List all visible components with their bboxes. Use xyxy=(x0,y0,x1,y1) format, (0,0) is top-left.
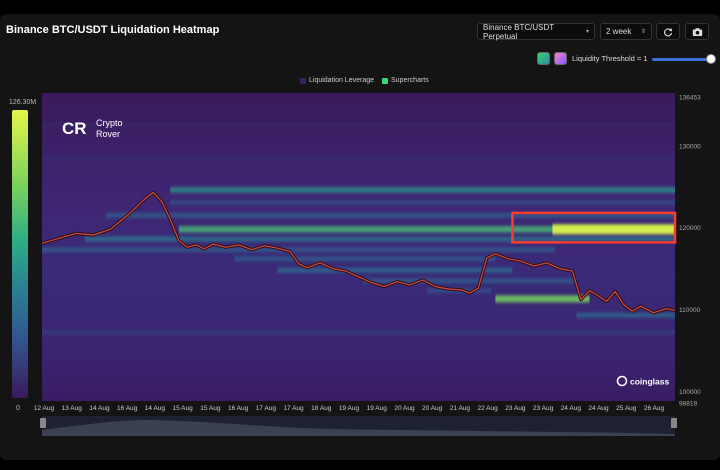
y-tick-label: 136453 xyxy=(679,95,701,102)
brand-line1: Crypto xyxy=(96,118,123,128)
y-tick-label: 110000 xyxy=(679,307,701,314)
x-tick-label: 26 Aug xyxy=(644,405,665,412)
navigator-left-handle[interactable] xyxy=(40,418,46,428)
x-tick-label: 15 Aug xyxy=(200,405,221,412)
coinglass-label: coinglass xyxy=(630,377,669,387)
y-tick-label: 98819 xyxy=(679,401,697,408)
x-tick-label: 25 Aug xyxy=(616,405,637,412)
liquidation-band-5 xyxy=(42,247,556,253)
x-tick-label: 19 Aug xyxy=(367,405,388,412)
brand-line2: Rover xyxy=(96,129,120,139)
x-tick-label: 24 Aug xyxy=(588,405,609,412)
y-axis: 136453 130000 120000 110000 100000 98819 xyxy=(679,95,701,408)
y-tick-label: 120000 xyxy=(679,225,701,232)
liquidation-band-4 xyxy=(84,236,675,242)
x-tick-label: 17 Aug xyxy=(256,405,277,412)
x-tick-label: 12 Aug xyxy=(34,405,55,412)
x-tick-label: 13 Aug xyxy=(62,405,83,412)
liquidation-band-7 xyxy=(277,267,513,273)
x-tick-label: 21 Aug xyxy=(450,405,471,412)
logo-mark: CR xyxy=(62,119,87,138)
colorbar xyxy=(12,110,28,398)
x-tick-label: 14 Aug xyxy=(89,405,110,412)
colorbar-max-label: 126.30M xyxy=(9,99,36,106)
liquidation-band-1 xyxy=(170,200,675,205)
liquidation-band-0 xyxy=(170,187,675,193)
heatmap-background xyxy=(42,93,675,401)
x-tick-label: 24 Aug xyxy=(561,405,582,412)
x-tick-label: 23 Aug xyxy=(505,405,526,412)
liquidation-band-14 xyxy=(42,123,675,128)
x-tick-label: 22 Aug xyxy=(478,405,499,412)
y-tick-label: 130000 xyxy=(679,143,701,150)
x-tick-label: 18 Aug xyxy=(311,405,332,412)
hot-liquidity-zone xyxy=(552,224,675,235)
x-tick-label: 16 Aug xyxy=(228,405,249,412)
navigator-right-handle[interactable] xyxy=(671,418,677,428)
x-tick-label: 20 Aug xyxy=(422,405,443,412)
x-tick-label: 19 Aug xyxy=(339,405,360,412)
liquidation-band-13 xyxy=(42,156,675,160)
liquidation-band-12 xyxy=(42,330,675,335)
liquidation-band-11 xyxy=(576,312,675,318)
y-tick-label: 100000 xyxy=(679,389,701,396)
liquidation-band-10 xyxy=(495,295,590,303)
x-axis: 12 Aug 13 Aug 14 Aug 16 Aug 14 Aug 15 Aug 15 A… xyxy=(34,405,665,412)
x-tick-label: 20 Aug xyxy=(394,405,415,412)
x-tick-label: 16 Aug xyxy=(117,405,138,412)
liquidation-heatmap-chart: 126.30M 0 CR Crypto Rover coinglass 1364… xyxy=(9,93,701,436)
x-tick-label: 17 Aug xyxy=(283,405,304,412)
x-tick-label: 23 Aug xyxy=(533,405,554,412)
liquidation-band-6 xyxy=(234,256,496,262)
x-tick-label: 15 Aug xyxy=(173,405,194,412)
x-tick-label: 14 Aug xyxy=(145,405,166,412)
colorbar-min-label: 0 xyxy=(16,405,20,412)
